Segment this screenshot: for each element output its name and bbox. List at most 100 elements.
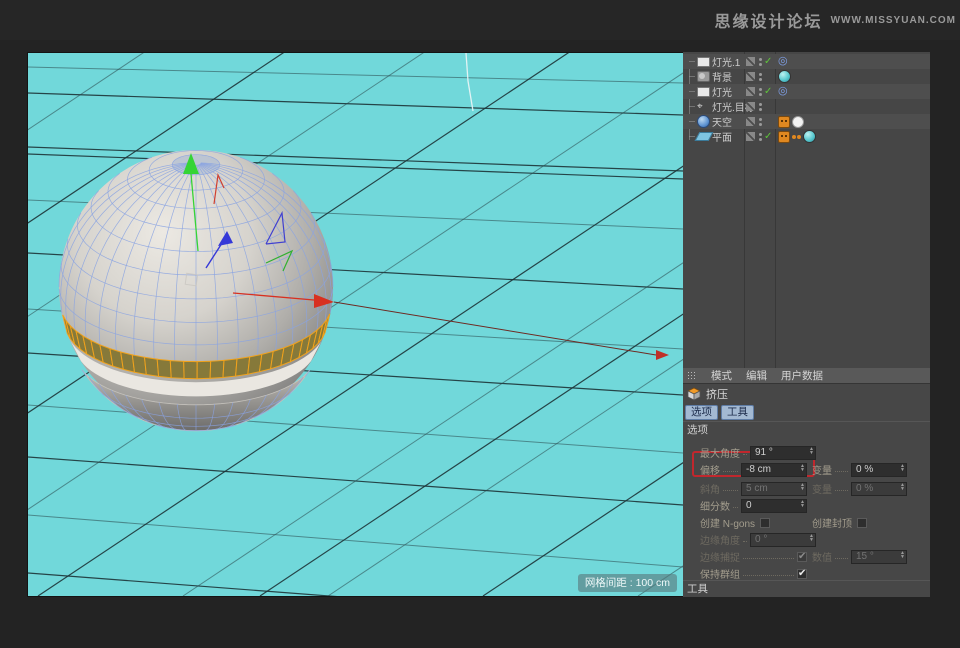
spinner-arrows-icon[interactable]: ▲▼ <box>809 447 814 455</box>
tab-tool[interactable]: 工具 <box>721 405 754 420</box>
section-options-label: 选项 <box>687 424 708 436</box>
texture-tag-icon[interactable] <box>803 130 816 143</box>
tree-stub <box>689 91 695 92</box>
visibility-dots[interactable] <box>759 103 762 111</box>
param-label: 边缘捕捉 <box>700 549 740 564</box>
texture-tag-icon[interactable] <box>778 70 791 83</box>
param-input[interactable]: 0 %▲▼ <box>851 482 907 496</box>
menu-item[interactable]: 编辑 <box>746 368 767 383</box>
tag-strip: ◎ <box>778 86 788 97</box>
plane-icon <box>695 132 714 141</box>
param-label: 创建 N-gons <box>700 515 755 530</box>
object-row[interactable]: 灯光.1 ✓ ◎ <box>683 54 930 69</box>
layer-swatch[interactable] <box>746 132 755 141</box>
param-row: 最大角度91 °▲▼ <box>683 445 930 461</box>
object-name-label[interactable]: 灯光 <box>712 84 732 99</box>
visibility-dots[interactable] <box>759 73 762 81</box>
param-row: 细分数 0▲▼ <box>683 498 930 514</box>
param-input[interactable]: 0 °▲▼ <box>750 533 816 547</box>
visibility-dots[interactable] <box>759 58 762 66</box>
tree-stub <box>689 76 695 77</box>
param-value: 5 cm <box>746 483 768 494</box>
tag-strip <box>778 116 804 128</box>
tree-stub <box>689 61 695 62</box>
object-name-label[interactable]: 背景 <box>712 69 732 84</box>
target-tag-icon[interactable]: ◎ <box>778 56 788 67</box>
section-tool[interactable]: 工具 <box>683 580 930 597</box>
spinner-arrows-icon[interactable]: ▲▼ <box>900 483 905 491</box>
layer-swatch[interactable] <box>746 117 755 126</box>
compositing-tag-icon[interactable] <box>778 116 790 128</box>
protection-tag-icon[interactable] <box>792 116 804 128</box>
menu-item[interactable]: 用户数据 <box>781 368 823 383</box>
spinner-arrows-icon[interactable]: ▲▼ <box>800 483 805 491</box>
phong-dots-icon[interactable] <box>792 135 801 139</box>
object-row[interactable]: 天空 <box>683 114 930 129</box>
param-checkbox[interactable]: ✔ <box>797 552 807 562</box>
visibility-dots[interactable] <box>759 88 762 96</box>
param-input[interactable]: 0 % ▲▼ <box>851 463 907 477</box>
grid-spacing-badge: 网格间距 : 100 cm <box>578 574 677 592</box>
param-input[interactable]: 5 cm ▲▼ <box>741 482 807 496</box>
param-row: 斜角5 cm▲▼变量0 %▲▼ <box>683 481 930 497</box>
compositing-tag-icon[interactable] <box>778 131 790 143</box>
visibility-dots[interactable] <box>759 118 762 126</box>
param-row: 边缘角度 0 °▲▼ <box>683 532 930 548</box>
object-name-label[interactable]: 平面 <box>712 129 732 144</box>
param-label: 边缘角度 <box>700 532 740 547</box>
layer-swatch[interactable] <box>746 87 755 96</box>
param-input[interactable]: -8 cm▲▼ <box>741 463 807 477</box>
tab-options[interactable]: 选项 <box>685 405 718 420</box>
object-row[interactable]: 灯光 ✓ ◎ <box>683 84 930 99</box>
scene-canvas <box>28 53 683 596</box>
spinner-arrows-icon[interactable]: ▲▼ <box>900 464 905 472</box>
object-row[interactable]: ⌖灯光.目标 <box>683 99 930 114</box>
attribute-menu-bar: 模式编辑用户数据 <box>683 368 930 384</box>
tag-strip <box>778 70 791 83</box>
param-label: 细分数 <box>700 498 730 513</box>
dotted-leader <box>743 551 794 559</box>
param-checkbox[interactable] <box>760 518 770 528</box>
spinner-arrows-icon[interactable]: ▲▼ <box>809 534 814 542</box>
object-name-label[interactable]: 灯光.1 <box>712 54 740 69</box>
visibility-dots[interactable] <box>759 133 762 141</box>
param-value: 91 ° <box>755 447 773 458</box>
param-input[interactable]: 15 °▲▼ <box>851 550 907 564</box>
viewport-3d[interactable]: 网格间距 : 100 cm <box>27 52 684 597</box>
param-input[interactable]: 0▲▼ <box>741 499 807 513</box>
object-row[interactable]: 平面 ✓ <box>683 129 930 144</box>
layer-swatch[interactable] <box>746 72 755 81</box>
layer-swatch[interactable] <box>746 57 755 66</box>
dotted-leader <box>733 500 738 508</box>
attribute-manager: 模式编辑用户数据 挤压 选项工具 选项 最大角度91 °▲▼偏移-8 cm▲▼变… <box>683 368 930 596</box>
dotted-leader <box>743 568 794 576</box>
panel-grid-icon[interactable] <box>687 371 697 381</box>
param-input[interactable]: 91 ° ▲▼ <box>750 446 816 460</box>
enabled-check-icon[interactable]: ✓ <box>764 131 772 142</box>
section-options[interactable]: 选项 <box>683 421 930 438</box>
spinner-arrows-icon[interactable]: ▲▼ <box>800 500 805 508</box>
section-tool-label: 工具 <box>687 583 708 595</box>
spinner-arrows-icon[interactable]: ▲▼ <box>900 551 905 559</box>
param-label: 数值 <box>812 549 832 564</box>
param-label: 偏移 <box>700 462 720 477</box>
enabled-check-icon[interactable]: ✓ <box>764 56 772 67</box>
param-label: 变量 <box>812 481 832 496</box>
param-label: 保持群组 <box>700 566 740 581</box>
tree-stub <box>689 136 695 137</box>
param-value: 0 % <box>856 464 873 475</box>
target-tag-icon[interactable]: ◎ <box>778 86 788 97</box>
edited-object-row[interactable]: 挤压 <box>683 384 930 404</box>
menu-item[interactable]: 模式 <box>711 368 732 383</box>
dotted-leader <box>743 447 747 455</box>
extrude-icon <box>687 387 701 401</box>
param-checkbox[interactable]: ✔ <box>797 569 807 579</box>
layer-swatch[interactable] <box>746 102 755 111</box>
object-name-label[interactable]: 天空 <box>712 114 732 129</box>
param-checkbox[interactable] <box>857 518 867 528</box>
param-row: 偏移-8 cm▲▼变量0 %▲▼ <box>683 462 930 478</box>
sky-icon <box>697 115 710 128</box>
spinner-arrows-icon[interactable]: ▲▼ <box>800 464 805 472</box>
enabled-check-icon[interactable]: ✓ <box>764 86 772 97</box>
object-row[interactable]: 背景 <box>683 69 930 84</box>
